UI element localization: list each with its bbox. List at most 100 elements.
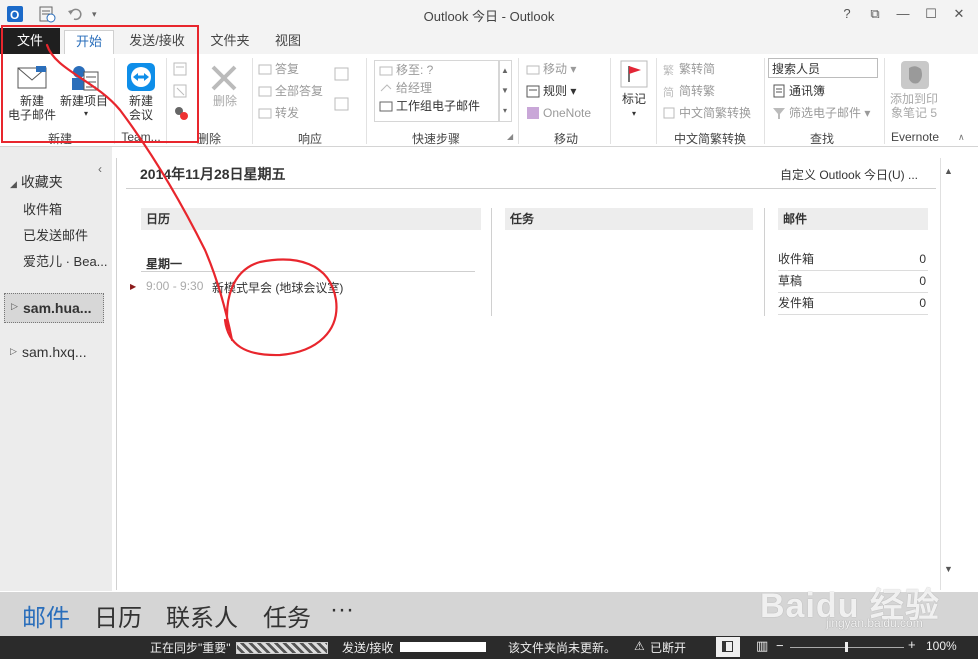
zoom-out-icon[interactable]: − bbox=[776, 638, 784, 653]
flag-button[interactable]: 标记 ▾ bbox=[614, 60, 654, 130]
favorites-label: 收藏夹 bbox=[20, 174, 63, 190]
move-button[interactable]: 移动 ▾ bbox=[526, 60, 576, 78]
convert-icon bbox=[662, 106, 676, 120]
tasks-header[interactable]: 任务 bbox=[505, 208, 753, 230]
divider bbox=[940, 158, 941, 590]
group-respond-label: 响应 bbox=[297, 132, 322, 146]
vertical-scrollbar[interactable]: ▲ ▼ bbox=[942, 160, 956, 580]
reply-icon bbox=[258, 62, 272, 76]
favorites-header[interactable]: ◢ 收藏夹 bbox=[10, 172, 63, 192]
filter-email-button[interactable]: 筛选电子邮件 ▾ bbox=[772, 104, 870, 122]
traditional-to-simplified-label: 繁转简 bbox=[679, 62, 716, 76]
folder-status: 该文件夹尚未更新。 bbox=[508, 641, 617, 655]
divider bbox=[491, 208, 492, 316]
convert-icon: 简 bbox=[662, 84, 676, 99]
account-label-1: sam.hua... bbox=[23, 300, 92, 316]
zoom-in-icon[interactable]: + bbox=[908, 637, 916, 652]
quick-step-team-email[interactable]: 工作组电子邮件 bbox=[375, 97, 499, 115]
chevron-down-icon: ▾ bbox=[631, 109, 636, 118]
svg-text:简: 简 bbox=[663, 85, 674, 98]
traditional-to-simplified-button[interactable]: 繁繁转简 bbox=[662, 60, 715, 78]
dialog-launcher-icon[interactable]: ◢ bbox=[507, 132, 513, 141]
quick-step-manager-label: 给经理 bbox=[396, 81, 433, 95]
onenote-button[interactable]: OneNote bbox=[526, 104, 591, 122]
quick-step-manager[interactable]: 给经理 bbox=[375, 79, 499, 97]
help-button[interactable]: ? bbox=[834, 4, 860, 24]
forward-label: 转发 bbox=[275, 106, 300, 120]
mail-row-inbox[interactable]: 收件箱 0 bbox=[778, 248, 928, 271]
quick-step-move-to[interactable]: 移至: ? bbox=[375, 61, 499, 79]
tab-folder[interactable]: 文件夹 bbox=[204, 30, 256, 52]
quick-steps-gallery: 移至: ? 给经理 工作组电子邮件 bbox=[374, 60, 500, 122]
send-receive-progress-bar bbox=[400, 642, 486, 652]
simplified-to-traditional-button[interactable]: 简简转繁 bbox=[662, 82, 715, 100]
module-tasks[interactable]: 任务 bbox=[263, 598, 311, 633]
evernote-add-button[interactable]: 添加到印 象笔记 5 bbox=[888, 60, 942, 130]
mail-header[interactable]: 邮件 bbox=[778, 208, 928, 230]
annotation-highlight-box bbox=[1, 25, 199, 143]
delete-icon bbox=[211, 65, 237, 91]
mail-row-name: 收件箱 bbox=[778, 252, 815, 266]
normal-view-button[interactable] bbox=[716, 637, 740, 657]
filter-email-label: 筛选电子邮件 bbox=[789, 106, 862, 120]
tab-view[interactable]: 视图 bbox=[266, 30, 310, 52]
calendar-event[interactable]: 新模式早会 (地球会议室) bbox=[212, 279, 343, 296]
chinese-convert-button[interactable]: 中文简繁转换 bbox=[662, 104, 751, 122]
search-people-input[interactable] bbox=[768, 58, 878, 78]
triangle-right-icon: ▶ bbox=[130, 282, 137, 291]
divider bbox=[610, 58, 611, 144]
module-mail[interactable]: 邮件 bbox=[22, 598, 70, 633]
zoom-slider-handle[interactable] bbox=[845, 642, 848, 652]
module-people[interactable]: 联系人 bbox=[166, 598, 238, 633]
more-respond-icon[interactable] bbox=[334, 96, 350, 115]
mail-row-outbox[interactable]: 发件箱 0 bbox=[778, 292, 928, 315]
nav-item-ifanr[interactable]: 爱范儿 · Bea... bbox=[23, 251, 109, 270]
evernote-label-1: 添加到印 bbox=[889, 92, 938, 106]
divider bbox=[116, 158, 117, 590]
connection-status[interactable]: 已断开 bbox=[650, 639, 686, 656]
flag-icon bbox=[620, 60, 648, 88]
maximize-button[interactable]: ☐ bbox=[918, 4, 944, 24]
onenote-label: OneNote bbox=[543, 106, 592, 120]
warning-icon: ⚠ bbox=[634, 639, 645, 653]
reply-all-button[interactable]: 全部答复 bbox=[258, 82, 323, 100]
calendar-header[interactable]: 日历 bbox=[141, 208, 481, 230]
collapse-pane-icon[interactable]: ‹ bbox=[98, 162, 102, 176]
divider bbox=[518, 58, 519, 144]
mail-row-drafts[interactable]: 草稿 0 bbox=[778, 270, 928, 293]
group-evernote-label: Evernote bbox=[890, 130, 940, 144]
address-book-button[interactable]: 通讯簿 bbox=[772, 82, 825, 100]
customize-outlook-today-link[interactable]: 自定义 Outlook 今日(U) ... bbox=[780, 166, 918, 183]
meeting-reply-icon[interactable] bbox=[334, 66, 350, 85]
evernote-icon bbox=[901, 61, 929, 89]
module-calendar[interactable]: 日历 bbox=[94, 598, 142, 633]
delete-button[interactable]: 删除 bbox=[202, 62, 248, 122]
account-item[interactable]: ▷ sam.hxq... bbox=[4, 340, 104, 364]
account-item-selected[interactable]: ▷ sam.hua... bbox=[4, 293, 104, 323]
send-receive-status: 发送/接收 bbox=[342, 641, 394, 655]
collapse-ribbon-icon[interactable]: ∧ bbox=[958, 132, 965, 143]
zoom-level[interactable]: 100% bbox=[926, 639, 957, 653]
event-time: 9:00 - 9:30 bbox=[146, 279, 204, 293]
address-book-label: 通讯簿 bbox=[789, 84, 826, 98]
close-button[interactable]: ✕ bbox=[946, 4, 972, 24]
mail-row-count: 0 bbox=[919, 296, 926, 310]
forward-button[interactable]: 转发 bbox=[258, 104, 299, 122]
onenote-icon bbox=[526, 106, 540, 120]
evernote-label-2: 象笔记 5 bbox=[890, 106, 937, 120]
scroll-up-icon[interactable]: ▲ bbox=[944, 166, 953, 176]
rules-button[interactable]: 规则 ▾ bbox=[526, 82, 576, 100]
nav-item-sent[interactable]: 已发送邮件 bbox=[23, 225, 109, 244]
mail-row-name: 发件箱 bbox=[778, 296, 815, 310]
nav-item-inbox[interactable]: 收件箱 bbox=[23, 199, 109, 218]
group-chinese-label: 中文简繁转换 bbox=[673, 132, 746, 146]
ribbon-display-button[interactable]: ⧉ bbox=[862, 4, 888, 24]
scroll-down-icon[interactable]: ▼ bbox=[944, 564, 953, 574]
divider bbox=[366, 58, 367, 144]
reading-view-icon[interactable]: ▥ bbox=[756, 638, 768, 654]
minimize-button[interactable]: — bbox=[890, 4, 916, 24]
gallery-scroll[interactable]: ▲ ▼ ▾ bbox=[498, 60, 512, 122]
module-more[interactable]: ··· bbox=[330, 596, 354, 624]
mail-row-count: 0 bbox=[919, 252, 926, 266]
reply-button[interactable]: 答复 bbox=[258, 60, 299, 78]
